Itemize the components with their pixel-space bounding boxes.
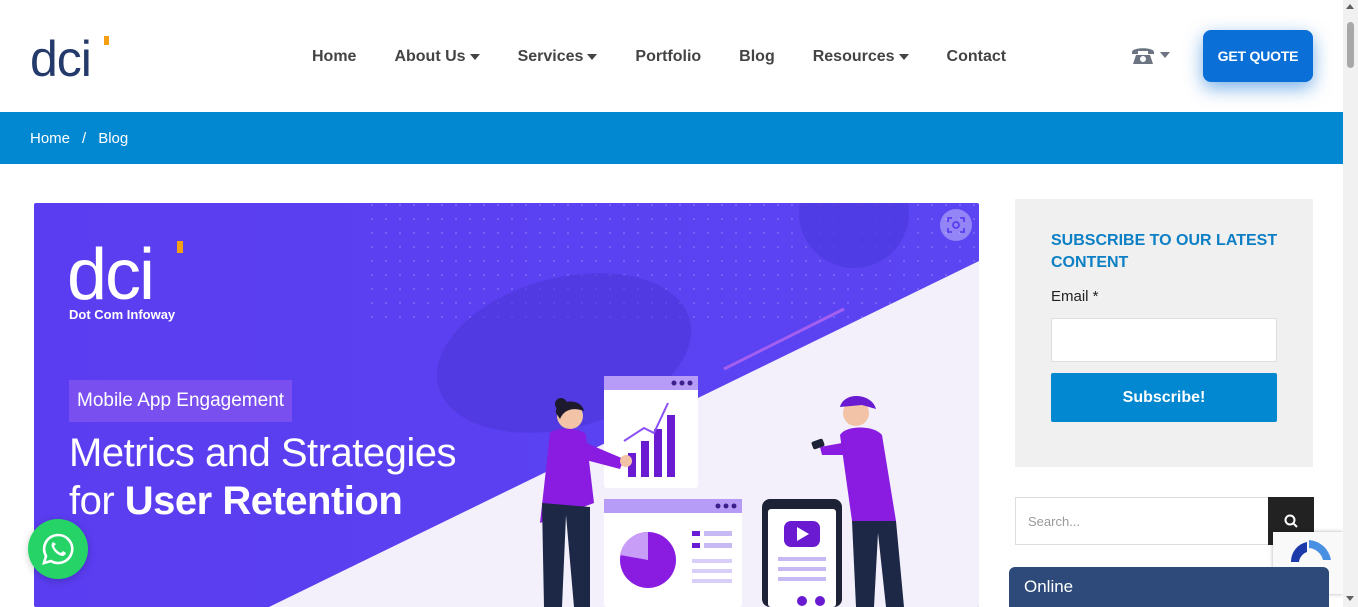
breadcrumb: Home / Blog bbox=[0, 112, 1343, 164]
nav-about-us[interactable]: About Us bbox=[394, 48, 480, 66]
main-nav: Home About Us Services Portfolio Blog Re… bbox=[312, 46, 1044, 68]
email-label: Email * bbox=[1051, 288, 1099, 305]
subscribe-widget: SUBSCRIBE TO OUR LATEST CONTENT Email * … bbox=[1015, 199, 1313, 467]
caret-down-icon bbox=[469, 54, 480, 60]
hero-dci-logo: dci bbox=[67, 235, 187, 315]
breadcrumb-current: Blog bbox=[98, 129, 129, 147]
visual-search-icon[interactable] bbox=[940, 209, 972, 241]
dci-logo[interactable]: dci bbox=[30, 31, 110, 87]
whatsapp-button[interactable] bbox=[28, 519, 88, 579]
breadcrumb-home-link[interactable]: Home bbox=[30, 130, 70, 147]
hero-company-name: Dot Com Infoway bbox=[69, 307, 176, 322]
scroll-down-arrow-icon[interactable] bbox=[1346, 596, 1354, 601]
search-icon bbox=[1284, 514, 1298, 528]
caret-down-icon bbox=[898, 54, 909, 60]
hero-title-line1: Metrics and Strategies bbox=[69, 431, 456, 475]
caret-down-icon bbox=[587, 54, 598, 60]
page: dci Home About Us Services Portfolio Blo… bbox=[0, 0, 1358, 607]
telephone-icon bbox=[1132, 48, 1154, 64]
get-quote-button[interactable]: GET QUOTE bbox=[1203, 30, 1313, 82]
caret-down-icon bbox=[1160, 52, 1170, 58]
hero-category-tag: Mobile App Engagement bbox=[69, 380, 293, 422]
page-scrollbar[interactable] bbox=[1343, 0, 1358, 607]
nav-portfolio[interactable]: Portfolio bbox=[635, 48, 701, 66]
subscribe-title: SUBSCRIBE TO OUR LATEST CONTENT bbox=[1051, 232, 1278, 271]
nav-resources[interactable]: Resources bbox=[813, 48, 909, 66]
hero-title: Metrics and Strategies for User Retentio… bbox=[69, 429, 456, 525]
nav-home[interactable]: Home bbox=[312, 48, 356, 66]
svg-text:dci: dci bbox=[30, 32, 91, 80]
nav-services[interactable]: Services bbox=[518, 48, 598, 66]
search-widget bbox=[1015, 497, 1314, 545]
nav-contact[interactable]: Contact bbox=[947, 48, 1007, 66]
search-input[interactable] bbox=[1016, 498, 1268, 544]
email-field[interactable] bbox=[1051, 318, 1277, 362]
nav-blog[interactable]: Blog bbox=[739, 48, 775, 66]
hero-title-line2: for User Retention bbox=[69, 479, 403, 523]
svg-text:dci: dci bbox=[67, 237, 153, 305]
scrollbar-thumb[interactable] bbox=[1347, 22, 1354, 68]
featured-image: dci Dot Com Infoway Mobile App Engagemen… bbox=[34, 203, 979, 607]
subscribe-button[interactable]: Subscribe! bbox=[1051, 373, 1277, 422]
live-chat-bar[interactable]: Online bbox=[1009, 567, 1329, 607]
site-header: dci Home About Us Services Portfolio Blo… bbox=[0, 0, 1343, 112]
breadcrumb-separator: / bbox=[82, 129, 87, 147]
whatsapp-icon bbox=[42, 533, 74, 565]
phone-dropdown[interactable] bbox=[1130, 44, 1170, 66]
scroll-up-arrow-icon[interactable] bbox=[1346, 4, 1354, 9]
chat-status: Online bbox=[1024, 577, 1074, 596]
